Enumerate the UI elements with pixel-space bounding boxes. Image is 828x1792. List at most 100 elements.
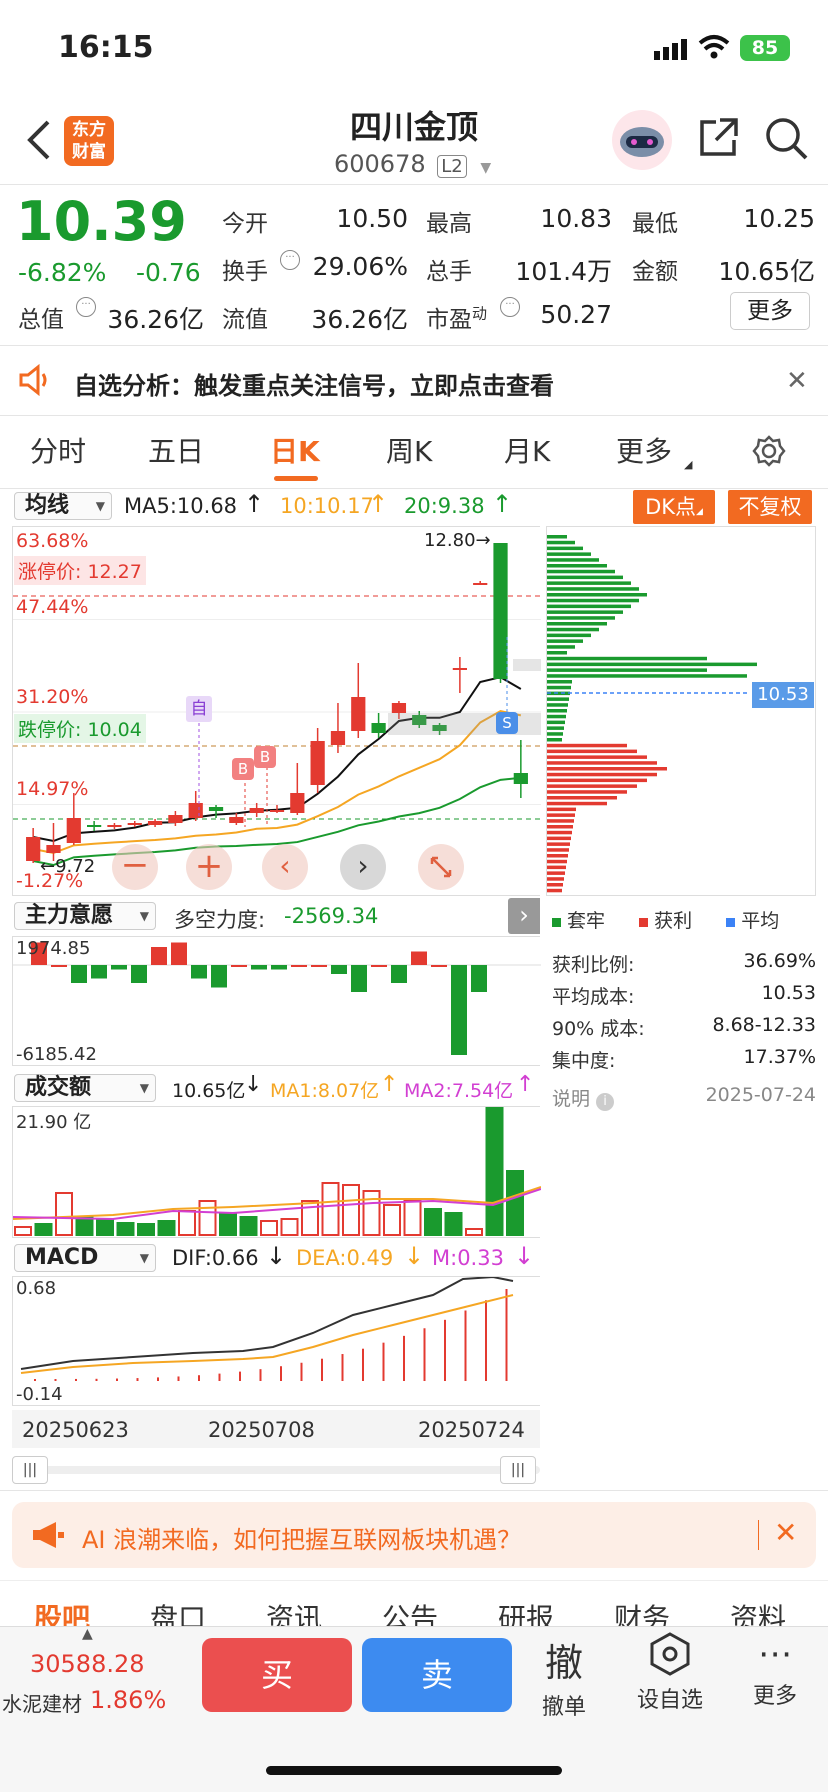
chip-bar [547, 825, 573, 829]
settings-gear-icon[interactable] [752, 434, 786, 472]
sector-name[interactable]: 水泥建材 [2, 1688, 82, 1717]
tab-finance[interactable]: 财务 [614, 1597, 670, 1628]
candle-body [188, 803, 203, 818]
share-icon[interactable] [696, 116, 740, 164]
chip-bar [547, 796, 617, 800]
limit-up-label: 涨停价: 12.27 [14, 556, 146, 585]
close-icon[interactable]: ✕ [774, 1516, 797, 1549]
arrow-down-icon: ↓ [404, 1242, 425, 1270]
sector-index-value[interactable]: 30588.28 [30, 1650, 145, 1678]
buy-button[interactable]: 买 [202, 1638, 352, 1712]
tab-monthly-k[interactable]: 月K [504, 430, 550, 470]
megaphone-icon [30, 1520, 66, 1554]
more-menu-button[interactable]: ⋯ 更多 [740, 1632, 810, 1710]
scroll-handle-right[interactable]: ||| [500, 1456, 536, 1484]
sell-button[interactable]: 卖 [362, 1638, 512, 1712]
corner-triangle-icon: ◢ [696, 507, 703, 517]
add-favorite-button[interactable]: 设自选 [630, 1632, 710, 1714]
expand-icon[interactable] [418, 844, 464, 890]
buy-mark[interactable]: B [232, 758, 254, 780]
zoom-in-button[interactable]: + [186, 844, 232, 890]
tab-guba[interactable]: 股吧 [34, 1597, 90, 1628]
stock-code-row[interactable]: 600678 L2 ▼ [334, 150, 491, 178]
search-icon[interactable] [764, 116, 810, 166]
low-value: 10.25 [743, 204, 815, 233]
cancel-order-icon: 撤 [544, 1641, 583, 1685]
ma5-value: MA5:10.68 [124, 494, 238, 518]
chip-bar [547, 807, 576, 812]
self-mark[interactable]: 自 [186, 696, 212, 722]
tab-announcements[interactable]: 公告 [382, 1597, 438, 1628]
l2-badge: L2 [437, 155, 467, 178]
chip-bar [547, 656, 707, 661]
range-scrollbar[interactable]: ||| ||| [12, 1456, 540, 1484]
chip-bar [547, 865, 566, 870]
chip-bar [547, 813, 575, 817]
robot-assistant-icon[interactable] [612, 110, 672, 170]
indicator-dropdown-amount[interactable]: 成交额 [14, 1074, 156, 1102]
chip-stat-label: 集中度: [552, 1050, 616, 1072]
no-adjust-button[interactable]: 不复权 [728, 490, 812, 524]
info-icon[interactable]: ··· [280, 250, 300, 270]
pe-sup: 动 [472, 304, 488, 323]
indicator-dropdown-main-force[interactable]: 主力意愿 [14, 902, 156, 930]
cancel-order-button[interactable]: 撤 撤单 [534, 1632, 594, 1721]
turnover-label: 换手 [222, 259, 268, 285]
tab-daily-k[interactable]: 日K [270, 430, 320, 470]
legend-trapped-swatch [552, 918, 561, 927]
tab-five-day[interactable]: 五日 [148, 430, 204, 470]
pan-left-button[interactable]: ‹ [262, 844, 308, 890]
ad-divider [758, 1520, 759, 1550]
amount-ma1: MA1:8.07亿 [270, 1080, 380, 1102]
chip-bar [547, 755, 647, 759]
info-icon[interactable]: ··· [500, 297, 520, 317]
tab-pankou[interactable]: 盘口 [150, 1597, 206, 1628]
amount-bar [198, 1200, 217, 1236]
candle-body [269, 810, 285, 812]
chip-note[interactable]: 说明 i [552, 1084, 615, 1111]
tab-research[interactable]: 研报 [498, 1597, 554, 1628]
amount-bar [383, 1204, 401, 1236]
chip-bar [547, 616, 615, 620]
tab-weekly-k[interactable]: 周K [386, 430, 432, 470]
divider [0, 488, 828, 489]
zoom-out-button[interactable]: − [112, 844, 158, 890]
info-icon[interactable]: ··· [76, 297, 96, 317]
chip-bar [547, 546, 583, 551]
main-force-bar [91, 965, 107, 979]
tab-intraday[interactable]: 分时 [30, 430, 86, 470]
dk-point-button[interactable]: DK点◢ [633, 490, 715, 524]
wifi-icon [698, 34, 730, 64]
min-price-value: 9.72 [55, 856, 96, 877]
ma-type-dropdown[interactable]: 均线 [14, 492, 112, 520]
chip-stat-value: 36.69% [743, 950, 816, 972]
expand-arrow-button[interactable]: › [508, 898, 540, 934]
more-button[interactable]: 更多 [730, 292, 810, 330]
indicator-dropdown-macd[interactable]: MACD [14, 1244, 156, 1272]
main-force-bar [351, 965, 367, 992]
up-triangle-icon: ▲ [82, 1626, 93, 1642]
macd-m: M:0.33 [432, 1246, 504, 1270]
ad-banner[interactable]: AI 浪潮来临，如何把握互联网板块机遇？ ✕ [12, 1502, 816, 1568]
sell-mark[interactable]: S [496, 712, 518, 734]
arrow-up-icon: ↑ [380, 1072, 399, 1097]
amount-bar [260, 1220, 278, 1236]
tab-news[interactable]: 资讯 [266, 1597, 322, 1628]
tab-profile[interactable]: 资料 [730, 1597, 786, 1628]
amount-bar [342, 1184, 360, 1236]
buy-mark[interactable]: B [254, 746, 276, 768]
cancel-order-label: 撤单 [541, 1695, 586, 1720]
scroll-handle-left[interactable]: ||| [12, 1456, 48, 1484]
pan-right-button[interactable]: › [340, 844, 386, 890]
chip-bar [547, 552, 591, 556]
pe-label-text: 市盈 [426, 307, 472, 333]
close-icon[interactable]: ✕ [786, 366, 808, 396]
scroll-track [12, 1466, 540, 1474]
amount-bar [485, 1104, 504, 1236]
tab-more[interactable]: 更多 [616, 430, 672, 470]
amount-bar [34, 1223, 53, 1236]
dk-point-label: DK点 [645, 495, 697, 519]
signal-icon [654, 38, 692, 60]
macd-top: 0.68 [16, 1278, 57, 1299]
analysis-banner-text[interactable]: 自选分析：触发重点关注信号，立即点击查看 [74, 366, 554, 401]
